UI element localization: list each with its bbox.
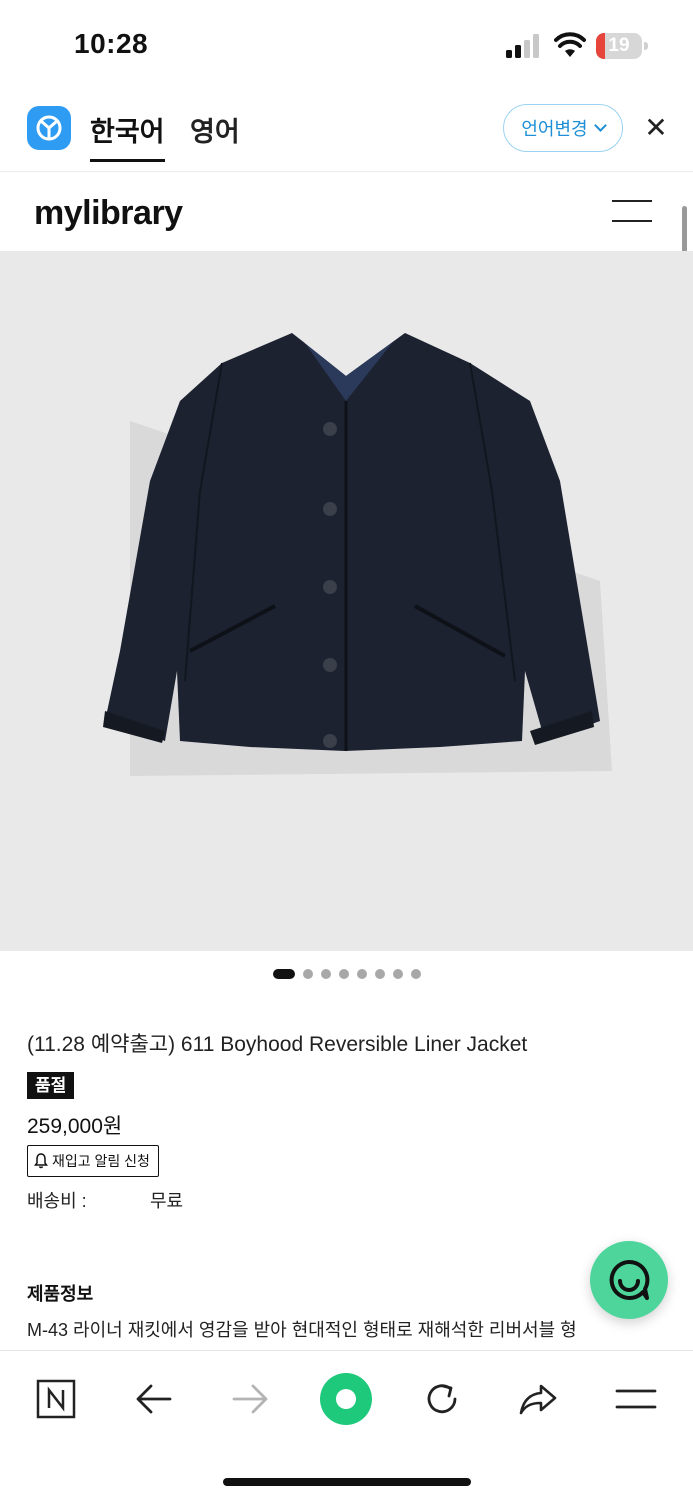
carousel-dot[interactable]: [374, 969, 385, 979]
status-badge: 품절: [27, 1072, 75, 1099]
naver-n-icon[interactable]: [28, 1371, 84, 1427]
tab-korean[interactable]: 한국어: [90, 110, 165, 162]
translate-app-icon[interactable]: [27, 106, 71, 150]
product-info-heading: 제품정보: [27, 1284, 94, 1304]
carousel-dot[interactable]: [320, 969, 331, 979]
site-logo[interactable]: mylibrary: [34, 194, 183, 233]
translate-bar: 한국어 영어 언어변경 ✕: [0, 92, 693, 172]
product-image[interactable]: [0, 251, 693, 951]
status-time: 10:28: [74, 28, 149, 59]
product-price: 259,000원: [27, 1115, 123, 1138]
reload-icon[interactable]: [414, 1371, 470, 1427]
carousel-dot[interactable]: [302, 969, 313, 979]
menu-icon[interactable]: [608, 1371, 664, 1427]
chevron-down-icon: [593, 119, 607, 132]
green-dot-icon[interactable]: [318, 1371, 374, 1427]
carousel-dots[interactable]: [0, 967, 693, 981]
hamburger-menu-icon[interactable]: [612, 198, 654, 224]
cellular-signal-icon: [506, 34, 539, 58]
back-arrow-icon[interactable]: [126, 1371, 182, 1427]
wifi-icon: [554, 32, 586, 57]
tab-english[interactable]: 영어: [190, 110, 240, 159]
forward-arrow-icon[interactable]: [222, 1371, 278, 1427]
change-language-label: 언어변경: [521, 119, 588, 139]
carousel-dot[interactable]: [392, 969, 403, 979]
carousel-dot[interactable]: [338, 969, 349, 979]
chat-button[interactable]: [590, 1241, 668, 1319]
battery-icon: 19: [596, 33, 648, 59]
chat-smile-icon: [609, 1259, 650, 1300]
shipping-value: 무료: [150, 1191, 184, 1211]
status-bar: 10:28 19: [0, 0, 693, 92]
product-title: (11.28 예약출고) 611 Boyhood Reversible Line…: [27, 1033, 528, 1056]
product-info-text: M-43 라이너 재킷에서 영감을 받아 현대적인 형태로 재해석한 리버서블 …: [27, 1320, 577, 1340]
share-icon[interactable]: [510, 1371, 566, 1427]
home-indicator[interactable]: [223, 1478, 471, 1486]
shipping-label: 배송비 :: [27, 1191, 87, 1211]
carousel-dot[interactable]: [272, 969, 295, 979]
battery-level: 19: [608, 35, 630, 56]
carousel-dot[interactable]: [410, 969, 421, 979]
bell-icon: [34, 1153, 48, 1169]
close-icon[interactable]: ✕: [640, 112, 672, 144]
restock-alert-label: 재입고 알림 신청: [52, 1153, 150, 1169]
restock-alert-button[interactable]: 재입고 알림 신청: [27, 1145, 159, 1177]
change-language-button[interactable]: 언어변경: [503, 104, 623, 152]
jacket-illustration: [103, 333, 612, 776]
carousel-dot[interactable]: [356, 969, 367, 979]
browser-bottom-bar: [0, 1350, 693, 1500]
site-header: mylibrary: [0, 172, 693, 251]
